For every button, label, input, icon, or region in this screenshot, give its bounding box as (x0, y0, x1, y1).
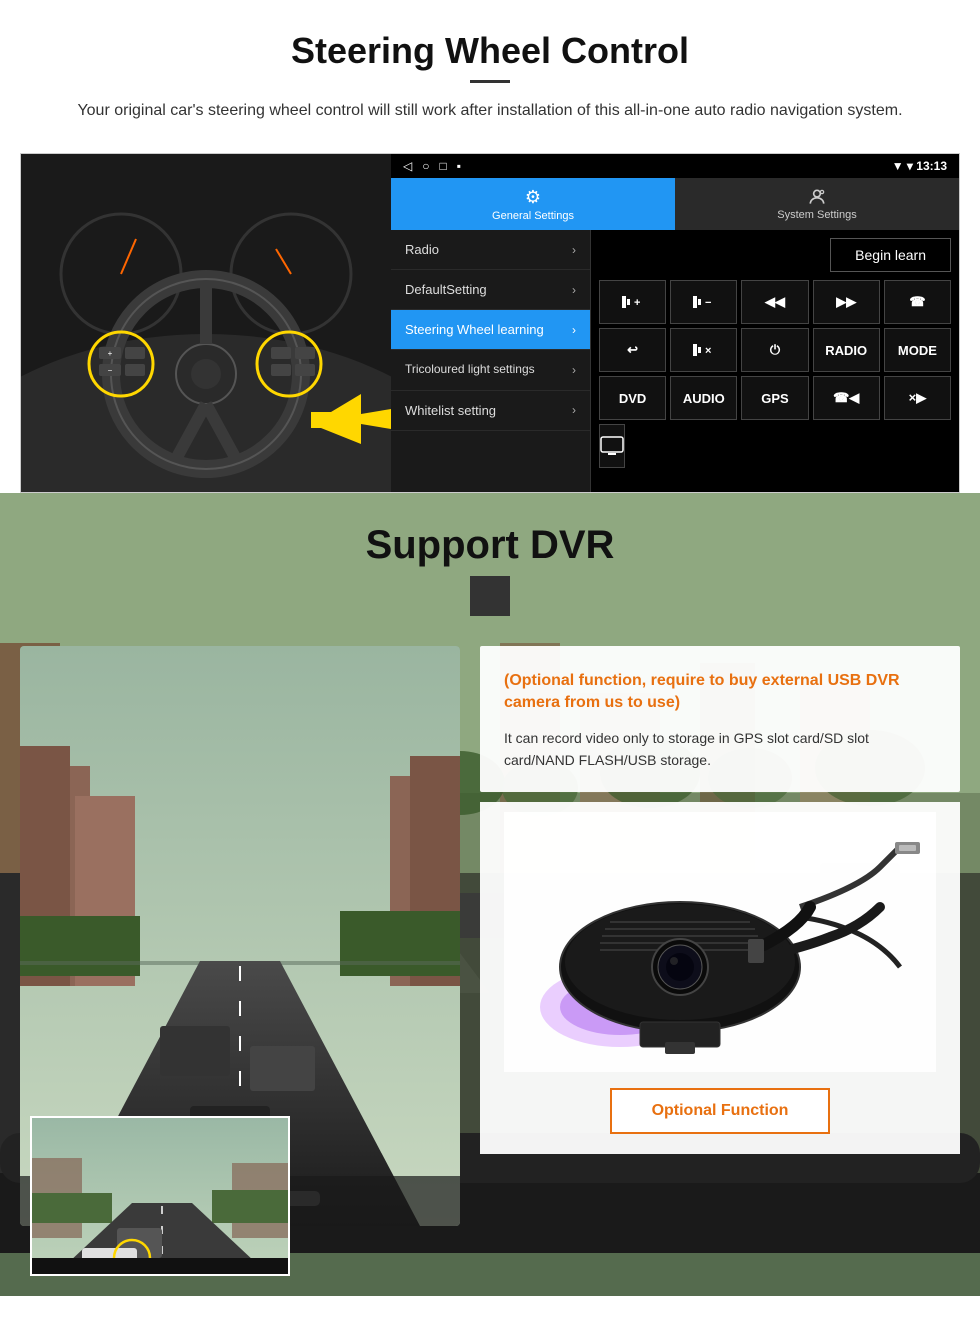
steering-section-header: Steering Wheel Control Your original car… (0, 0, 980, 133)
small-road-svg (32, 1118, 290, 1276)
android-statusbar: ◁ ○ □ ▪ ▼ ▾ 13:13 (391, 154, 959, 178)
radio-btn[interactable]: RADIO (813, 328, 880, 372)
control-row-4 (599, 424, 951, 468)
optional-function-button[interactable]: Optional Function (610, 1088, 831, 1134)
statusbar-time: ▼ ▾ 13:13 (892, 159, 947, 173)
svg-text:×: × (705, 345, 711, 357)
menu-item-radio[interactable]: Radio › (391, 230, 590, 270)
volume-down-btn[interactable]: − (670, 280, 737, 324)
hang-up-btn[interactable]: ↩ (599, 328, 666, 372)
tab-system-settings[interactable]: System Settings (675, 178, 959, 230)
dvr-info-text: It can record video only to storage in G… (504, 727, 936, 772)
android-ui-panel: ◁ ○ □ ▪ ▼ ▾ 13:13 ⚙ General Settings (391, 154, 959, 492)
dvr-left-panel (20, 646, 460, 1296)
steering-wheel-image: + − (21, 154, 391, 493)
tab-system-label: System Settings (777, 209, 856, 221)
steering-demo-area: + − ◁ ○ □ ▪ (20, 153, 960, 493)
dvd-btn[interactable]: DVD (599, 376, 666, 420)
settings-gear-icon: ⚙ (525, 187, 541, 208)
dvr-optional-title: (Optional function, require to buy exter… (504, 670, 936, 715)
next-track-btn[interactable]: ▶▶ (813, 280, 880, 324)
mute-btn[interactable]: × (670, 328, 737, 372)
vol-up-icon: + (622, 293, 644, 311)
menu-steering-label: Steering Wheel learning (405, 322, 544, 337)
dvr-divider (470, 576, 510, 616)
tab-general-label: General Settings (492, 210, 574, 222)
menu-item-default-setting[interactable]: DefaultSetting › (391, 270, 590, 310)
dvr-right-panel: (Optional function, require to buy exter… (480, 646, 960, 1296)
button-grid-panel: Begin learn + (591, 230, 959, 492)
extra-btn[interactable] (599, 424, 625, 468)
dvr-title: Support DVR (0, 523, 980, 568)
svg-text:+: + (108, 349, 113, 358)
dvr-section: Support DVR (0, 493, 980, 1296)
gps-btn[interactable]: GPS (741, 376, 808, 420)
menu-whitelist-label: Whitelist setting (405, 403, 496, 418)
camera-device-svg (520, 827, 920, 1057)
phone-btn[interactable]: ☎ (884, 280, 951, 324)
svg-text:−: − (705, 297, 711, 309)
vol-down-icon: − (693, 293, 715, 311)
begin-learn-row: Begin learn (599, 238, 951, 272)
signal-icon: ▼ (892, 159, 904, 173)
menu-radio-label: Radio (405, 242, 439, 257)
power-btn[interactable]: ⏻ (741, 328, 808, 372)
dvr-info-card: (Optional function, require to buy exter… (480, 646, 960, 792)
android-tabs: ⚙ General Settings System Settings (391, 178, 959, 230)
menu-item-tricoloured[interactable]: Tricoloured light settings › (391, 350, 590, 391)
menu-default-label: DefaultSetting (405, 282, 487, 297)
chevron-right-icon-2: › (572, 283, 576, 297)
skip-next-btn[interactable]: ×▶ (884, 376, 951, 420)
control-row-1: + − ◀◀ ▶▶ ☎ (599, 280, 951, 324)
tab-general-settings[interactable]: ⚙ General Settings (391, 178, 675, 230)
wifi-icon: ▾ (907, 159, 913, 173)
statusbar-left-icons: ◁ ○ □ ▪ (403, 159, 461, 173)
steering-description: Your original car's steering wheel contr… (60, 99, 920, 123)
audio-btn[interactable]: AUDIO (670, 376, 737, 420)
mode-btn[interactable]: MODE (884, 328, 951, 372)
control-row-2: ↩ × ⏻ RADIO MODE (599, 328, 951, 372)
settings-menu-list: Radio › DefaultSetting › Steering Wheel … (391, 230, 591, 492)
screen-icon (600, 436, 624, 456)
prev-track-btn[interactable]: ◀◀ (741, 280, 808, 324)
control-row-3: DVD AUDIO GPS ☎◀ ×▶ (599, 376, 951, 420)
dvr-camera-image (504, 812, 936, 1072)
dvr-small-camera-view (30, 1116, 290, 1276)
svg-text:+: + (634, 297, 640, 309)
dvr-camera-section: Optional Function (480, 802, 960, 1154)
menu-item-whitelist[interactable]: Whitelist setting › (391, 391, 590, 431)
chevron-right-icon-5: › (572, 403, 576, 417)
system-settings-icon (807, 187, 827, 207)
phone-prev-btn[interactable]: ☎◀ (813, 376, 880, 420)
menu-tricoloured-label: Tricoloured light settings (405, 362, 535, 378)
divider-1 (470, 80, 510, 83)
volume-up-btn[interactable]: + (599, 280, 666, 324)
android-content: Radio › DefaultSetting › Steering Wheel … (391, 230, 959, 492)
mute-icon: × (693, 341, 715, 359)
dvr-body: (Optional function, require to buy exter… (20, 646, 960, 1296)
steering-title: Steering Wheel Control (40, 30, 940, 72)
begin-learn-button[interactable]: Begin learn (830, 238, 951, 272)
menu-item-steering-learning[interactable]: Steering Wheel learning › (391, 310, 590, 350)
svg-text:−: − (108, 366, 113, 375)
dvr-section-header: Support DVR (0, 493, 980, 626)
recents-icon: □ (439, 159, 446, 173)
clock: 13:13 (916, 159, 947, 173)
menu-icon: ▪ (457, 159, 461, 173)
chevron-right-icon-3: › (572, 323, 576, 337)
chevron-right-icon-4: › (572, 363, 576, 377)
home-icon: ○ (422, 159, 429, 173)
chevron-right-icon: › (572, 243, 576, 257)
back-icon: ◁ (403, 159, 412, 173)
